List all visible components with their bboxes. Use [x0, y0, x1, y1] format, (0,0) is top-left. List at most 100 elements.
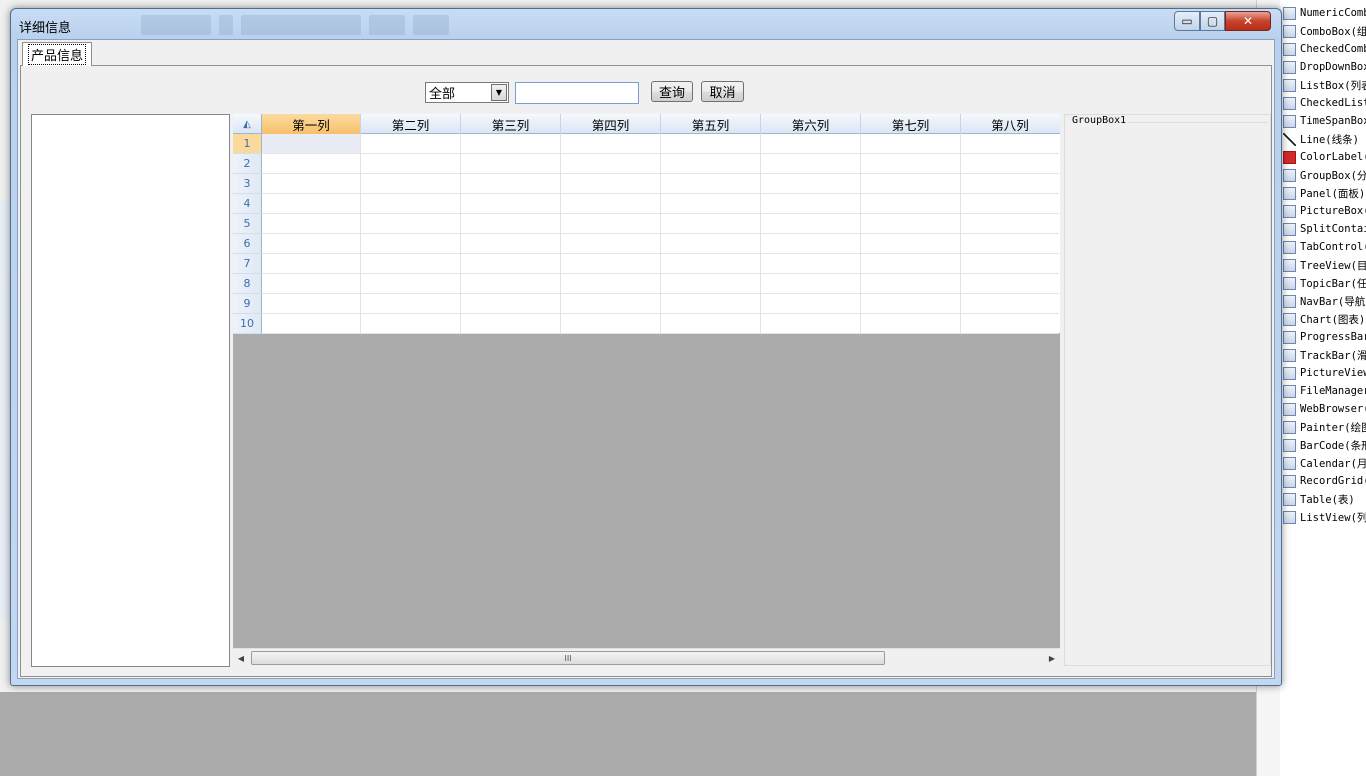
- grid-cell[interactable]: [761, 154, 861, 174]
- grid-cell[interactable]: [761, 294, 861, 314]
- toolbox-item[interactable]: TopicBar(任: [1280, 274, 1366, 292]
- grid-cell[interactable]: [262, 174, 361, 194]
- scope-dropdown[interactable]: 全部 ▼: [425, 82, 509, 103]
- grid-cell[interactable]: [961, 174, 1059, 194]
- row-header[interactable]: 3: [233, 174, 262, 194]
- grid-cell[interactable]: [361, 274, 461, 294]
- grid-cell[interactable]: [961, 194, 1059, 214]
- grid-cell[interactable]: [561, 314, 661, 334]
- toolbox-item[interactable]: Table(表): [1280, 490, 1366, 508]
- grid-cell[interactable]: [461, 254, 561, 274]
- grid-cell[interactable]: [561, 214, 661, 234]
- grid-cell[interactable]: [461, 214, 561, 234]
- grid-cell[interactable]: [861, 274, 961, 294]
- toolbox-item[interactable]: ProgressBar: [1280, 328, 1366, 346]
- toolbox-item[interactable]: ListBox(列表: [1280, 76, 1366, 94]
- grid-cell[interactable]: [561, 194, 661, 214]
- grid-cell[interactable]: [861, 254, 961, 274]
- toolbox-item[interactable]: PictureView: [1280, 364, 1366, 382]
- toolbox-item[interactable]: DropDownBox: [1280, 58, 1366, 76]
- grid-cell[interactable]: [861, 294, 961, 314]
- grid-cell[interactable]: [361, 194, 461, 214]
- grid-cell[interactable]: [961, 134, 1059, 154]
- grid-cell[interactable]: [861, 134, 961, 154]
- grid-cell[interactable]: [961, 274, 1059, 294]
- toolbox-item[interactable]: Painter(绘图: [1280, 418, 1366, 436]
- left-list-panel[interactable]: [31, 114, 230, 667]
- grid-cell[interactable]: [661, 174, 761, 194]
- grid-cell[interactable]: [761, 274, 861, 294]
- column-header[interactable]: 第七列: [861, 114, 961, 134]
- grid-cell[interactable]: [262, 214, 361, 234]
- toolbox-item[interactable]: NavBar(导航: [1280, 292, 1366, 310]
- column-header[interactable]: 第二列: [361, 114, 461, 134]
- toolbox-item[interactable]: SplitContai: [1280, 220, 1366, 238]
- chevron-down-icon[interactable]: ▼: [491, 84, 507, 101]
- grid-cell[interactable]: [961, 154, 1059, 174]
- grid-cell[interactable]: [661, 314, 761, 334]
- row-header[interactable]: 2: [233, 154, 262, 174]
- grid-cell[interactable]: [461, 194, 561, 214]
- select-all-corner-icon[interactable]: ◭: [233, 114, 262, 134]
- toolbox-item[interactable]: TreeView(目: [1280, 256, 1366, 274]
- grid-cell[interactable]: [661, 254, 761, 274]
- toolbox-item[interactable]: ListView(列: [1280, 508, 1366, 526]
- toolbox-item[interactable]: Calendar(月: [1280, 454, 1366, 472]
- grid-cell[interactable]: [361, 174, 461, 194]
- grid-cell[interactable]: [461, 294, 561, 314]
- grid-cell[interactable]: [262, 294, 361, 314]
- toolbox-item[interactable]: WebBrowser(: [1280, 400, 1366, 418]
- column-header[interactable]: 第四列: [561, 114, 661, 134]
- grid-cell[interactable]: [262, 194, 361, 214]
- grid-cell[interactable]: [961, 214, 1059, 234]
- grid-cell[interactable]: [761, 314, 861, 334]
- toolbox-item[interactable]: TabControl(: [1280, 238, 1366, 256]
- toolbox-item[interactable]: BarCode(条形: [1280, 436, 1366, 454]
- grid-cell[interactable]: [262, 154, 361, 174]
- column-header[interactable]: 第三列: [461, 114, 561, 134]
- column-header[interactable]: 第一列: [262, 114, 361, 134]
- grid-cell[interactable]: [661, 154, 761, 174]
- cancel-button[interactable]: 取消: [701, 81, 744, 102]
- close-button[interactable]: ✕: [1225, 11, 1271, 31]
- grid-cell[interactable]: [661, 294, 761, 314]
- maximize-button[interactable]: ▢: [1200, 11, 1225, 31]
- grid-cell[interactable]: [461, 274, 561, 294]
- grid-cell[interactable]: [761, 214, 861, 234]
- grid-cell[interactable]: [661, 214, 761, 234]
- row-header[interactable]: 4: [233, 194, 262, 214]
- grid-cell[interactable]: [361, 134, 461, 154]
- data-grid[interactable]: ◭ 第一列 第二列 第三列 第四列 第五列 第六列 第七列 第八列 1 2 3 4 5 6 7 8 9 10 ◀…: [233, 114, 1060, 666]
- toolbox-item[interactable]: PictureBox(: [1280, 202, 1366, 220]
- grid-cell[interactable]: [661, 274, 761, 294]
- grid-cell[interactable]: [761, 194, 861, 214]
- grid-cell[interactable]: [262, 314, 361, 334]
- grid-cell[interactable]: [461, 154, 561, 174]
- toolbox-item[interactable]: TrackBar(滑: [1280, 346, 1366, 364]
- grid-cell[interactable]: [561, 234, 661, 254]
- column-header[interactable]: 第八列: [961, 114, 1059, 134]
- row-header[interactable]: 7: [233, 254, 262, 274]
- grid-cell[interactable]: [761, 254, 861, 274]
- grid-cell[interactable]: [262, 274, 361, 294]
- minimize-button[interactable]: ▭: [1174, 11, 1200, 31]
- grid-cell[interactable]: [461, 234, 561, 254]
- grid-cell[interactable]: [761, 174, 861, 194]
- scrollbar-thumb[interactable]: III: [251, 651, 885, 665]
- grid-cell[interactable]: [561, 174, 661, 194]
- grid-cell[interactable]: [262, 134, 361, 154]
- grid-cell[interactable]: [262, 234, 361, 254]
- row-header[interactable]: 9: [233, 294, 262, 314]
- toolbox-item[interactable]: Panel(面板): [1280, 184, 1366, 202]
- grid-cell[interactable]: [961, 254, 1059, 274]
- grid-cell[interactable]: [361, 294, 461, 314]
- grid-cell[interactable]: [461, 174, 561, 194]
- row-header[interactable]: 1: [233, 134, 262, 154]
- row-header[interactable]: 10: [233, 314, 262, 334]
- grid-cell[interactable]: [861, 234, 961, 254]
- grid-cell[interactable]: [861, 154, 961, 174]
- grid-cell[interactable]: [861, 214, 961, 234]
- grid-cell[interactable]: [761, 134, 861, 154]
- toolbox-item[interactable]: RecordGrid(: [1280, 472, 1366, 490]
- grid-cell[interactable]: [561, 254, 661, 274]
